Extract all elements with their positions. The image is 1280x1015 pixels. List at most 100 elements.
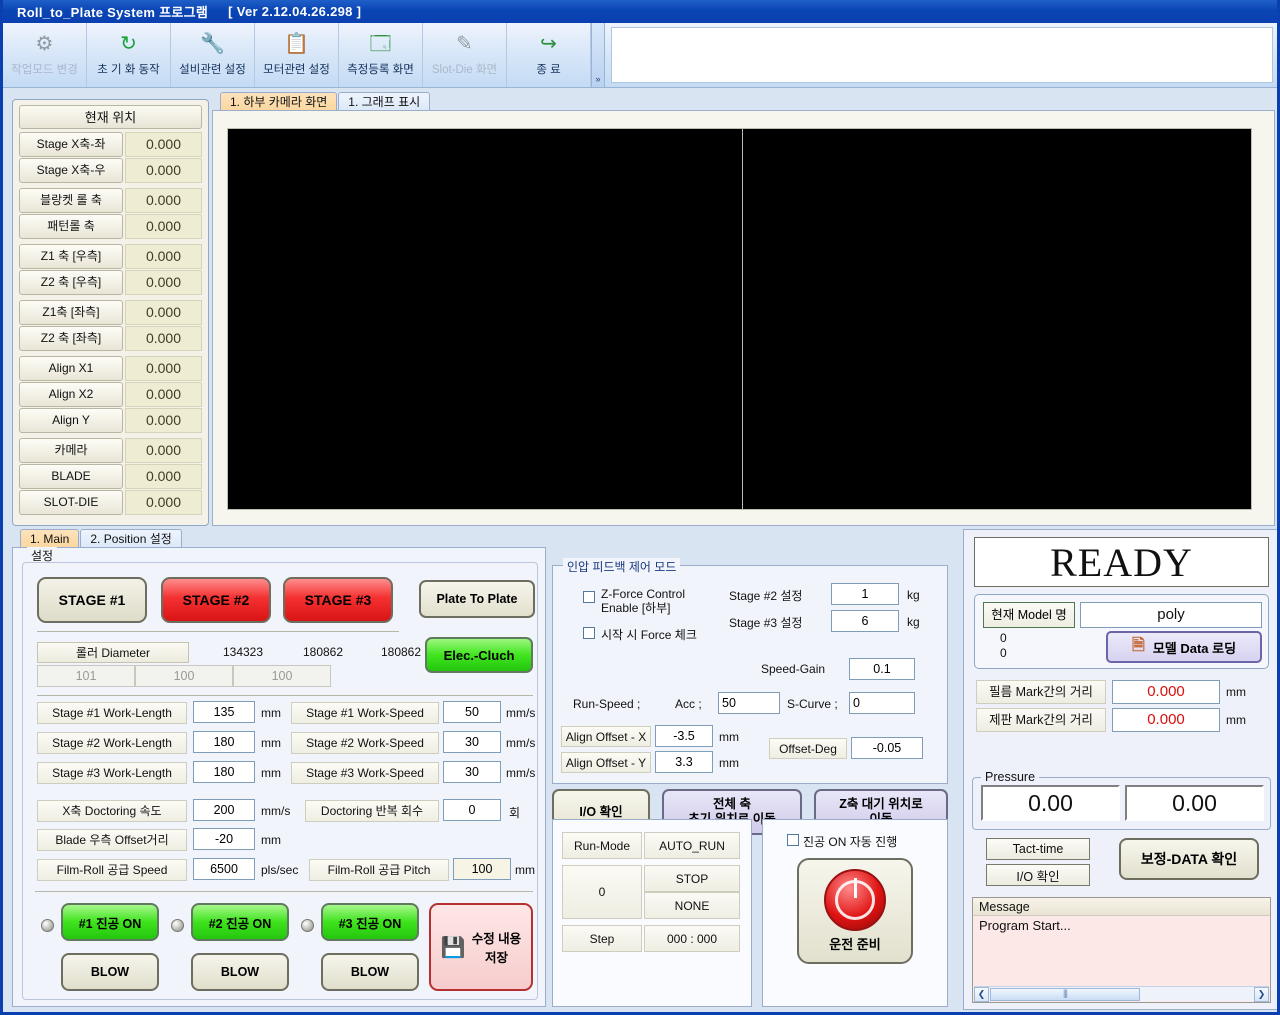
model-data-load-button[interactable]: 🗎 모델 Data 로딩 [1106, 631, 1262, 663]
position-row-label: Z2 축 [좌측] [19, 326, 123, 351]
vacuum-auto-proceed-checkbox[interactable] [787, 834, 799, 846]
settings-box: 설정 STAGE #1 STAGE #2 STAGE #3 Plate To P… [12, 547, 546, 1007]
align-offset-y-input[interactable]: 3.3 [655, 751, 713, 773]
position-row: Stage X축-우 0.000 [19, 158, 202, 183]
doctoring-repeat-input[interactable]: 0 [443, 799, 501, 821]
position-row-label: Z1 축 [우측] [19, 244, 123, 269]
unit-mm: mm [515, 863, 535, 877]
unit-mm: mm [1226, 713, 1246, 727]
vacuum1-button[interactable]: #1 진공 ON [61, 903, 159, 941]
toolbar-label: 종 료 [536, 64, 561, 76]
stage2-work-speed-input[interactable]: 30 [443, 731, 501, 753]
position-row-value: 0.000 [125, 300, 202, 325]
tab-main[interactable]: 1. Main [20, 529, 80, 548]
settings-tab-strip: 1. Main 2. Position 설정 [10, 529, 548, 548]
stage1-work-speed-input[interactable]: 50 [443, 701, 501, 723]
stage2-work-length-input[interactable]: 180 [193, 731, 255, 753]
blade-offset-label: Blade 우측 Offset거리 [37, 829, 187, 851]
tab-lower-camera[interactable]: 1. 하부 카메라 화면 [220, 92, 338, 111]
message-horizontal-scrollbar[interactable]: ❮ ❯ [974, 986, 1269, 1002]
settings-inner: STAGE #1 STAGE #2 STAGE #3 Plate To Plat… [22, 562, 538, 1000]
film-roll-pitch-input[interactable]: 100 [453, 858, 511, 880]
position-row: Align X1 0.000 [19, 356, 202, 381]
offset-deg-input[interactable]: -0.05 [851, 737, 923, 759]
main-toolbar: ⚙ 작업모드 변경 ↻ 초 기 화 동작 🔧 설비관련 설정 📋 모터관련 설정… [3, 23, 1277, 88]
toolbar-button-exit[interactable]: ↪ 종 료 [507, 23, 591, 87]
position-panel-title: 현재 위치 [19, 105, 202, 129]
film-roll-speed-input[interactable]: 6500 [193, 858, 255, 880]
toolbar-button-motor-settings[interactable]: 📋 모터관련 설정 [255, 23, 339, 87]
toolbar-button-mode-change[interactable]: ⚙ 작업모드 변경 [3, 23, 87, 87]
vacuum3-button[interactable]: #3 진공 ON [321, 903, 419, 941]
current-model-value[interactable]: poly [1080, 602, 1262, 628]
toolbar-button-initialize[interactable]: ↻ 초 기 화 동작 [87, 23, 171, 87]
toolbar-overflow-button[interactable]: » [591, 23, 605, 87]
step-label: Step [562, 925, 642, 952]
scroll-thumb[interactable] [990, 987, 1140, 1001]
stage3-work-length-label: Stage #3 Work-Length [37, 762, 187, 784]
position-row-label: SLOT-DIE [19, 490, 123, 515]
scroll-right-arrow-icon[interactable]: ❯ [1254, 986, 1269, 1002]
camera-view-right[interactable] [742, 128, 1252, 510]
unit-mm: mm [261, 736, 281, 750]
zforce-label-line2: Enable [하부] [601, 601, 671, 615]
position-row-value: 0.000 [125, 408, 202, 433]
plate-to-plate-button[interactable]: Plate To Plate [419, 580, 535, 618]
slot-die-icon: ✎ [456, 33, 473, 55]
tab-position-settings[interactable]: 2. Position 설정 [80, 529, 182, 548]
toolbar-button-slot-die[interactable]: ✎ Slot-Die 화면 [423, 23, 507, 87]
roller-value-2[interactable]: 100 [135, 665, 233, 687]
camera-view-left[interactable] [227, 128, 752, 510]
blow3-button[interactable]: BLOW [321, 953, 419, 991]
force-check-checkbox[interactable] [583, 627, 595, 639]
blade-offset-input[interactable]: -20 [193, 828, 255, 850]
stage3-work-length-input[interactable]: 180 [193, 761, 255, 783]
plate-mark-distance-value: 0.000 [1112, 708, 1220, 732]
vacuum1-lamp-icon [41, 919, 54, 932]
position-row-value: 0.000 [125, 214, 202, 239]
doctoring-speed-input[interactable]: 200 [193, 799, 255, 821]
toolbar-button-equipment-settings[interactable]: 🔧 설비관련 설정 [171, 23, 255, 87]
calibration-data-button[interactable]: 보정-DATA 확인 [1119, 838, 1259, 880]
feedback-group-title: 인압 피드백 제어 모드 [563, 558, 681, 575]
s-curve-input[interactable]: 0 [849, 692, 915, 714]
position-row: SLOT-DIE 0.000 [19, 490, 202, 515]
align-offset-x-input[interactable]: -3.5 [655, 725, 713, 747]
film-mark-distance-label: 필름 Mark간의 거리 [976, 680, 1106, 704]
roller-value-1[interactable]: 101 [37, 665, 135, 687]
vacuum2-button[interactable]: #2 진공 ON [191, 903, 289, 941]
position-row-value: 0.000 [125, 464, 202, 489]
stage2-work-speed-label: Stage #2 Work-Speed [291, 732, 439, 754]
app-title: Roll_to_Plate System 프로그램 [17, 5, 209, 20]
save-changes-button[interactable]: 💾 수정 내용 저장 [429, 903, 533, 991]
stage3-work-speed-input[interactable]: 30 [443, 761, 501, 783]
io-check-right-button[interactable]: I/O 확인 [986, 864, 1090, 886]
camera-panel: 1. 하부 카메라 화면 1. 그래프 표시 [212, 92, 1275, 526]
divider [35, 891, 533, 892]
operation-ready-label: 운전 준비 [829, 937, 881, 952]
position-row-value: 0.000 [125, 158, 202, 183]
unit-mm: mm [719, 756, 739, 770]
offset-deg-label: Offset-Deg [769, 738, 847, 759]
elec-cluch-button[interactable]: Elec.-Cluch [425, 637, 533, 673]
stage2-button[interactable]: STAGE #2 [161, 577, 271, 623]
blow2-button[interactable]: BLOW [191, 953, 289, 991]
stage1-work-length-input[interactable]: 135 [193, 701, 255, 723]
toolbar-button-measure-register[interactable]: 🗔 측정등록 화면 [339, 23, 423, 87]
scroll-left-arrow-icon[interactable]: ❮ [974, 986, 989, 1002]
zforce-enable-checkbox[interactable] [583, 591, 595, 603]
tab-graph-display[interactable]: 1. 그래프 표시 [338, 92, 431, 111]
speed-gain-input[interactable]: 0.1 [849, 658, 915, 680]
stage1-button[interactable]: STAGE #1 [37, 577, 147, 623]
blow1-button[interactable]: BLOW [61, 953, 159, 991]
operation-ready-button[interactable]: 운전 준비 [797, 858, 913, 964]
stage2-force-input[interactable]: 1 [831, 583, 899, 605]
title-bar: Roll_to_Plate System 프로그램 [ Ver 2.12.04.… [3, 0, 1277, 23]
acc-input[interactable]: 50 [718, 692, 780, 714]
stage3-force-input[interactable]: 6 [831, 610, 899, 632]
roller-value-3[interactable]: 100 [233, 665, 331, 687]
position-row: Z2 축 [좌측] 0.000 [19, 326, 202, 351]
step-value: 000 : 000 [644, 925, 740, 952]
tact-time-button[interactable]: Tact-time [986, 838, 1090, 860]
stage3-button[interactable]: STAGE #3 [283, 577, 393, 623]
